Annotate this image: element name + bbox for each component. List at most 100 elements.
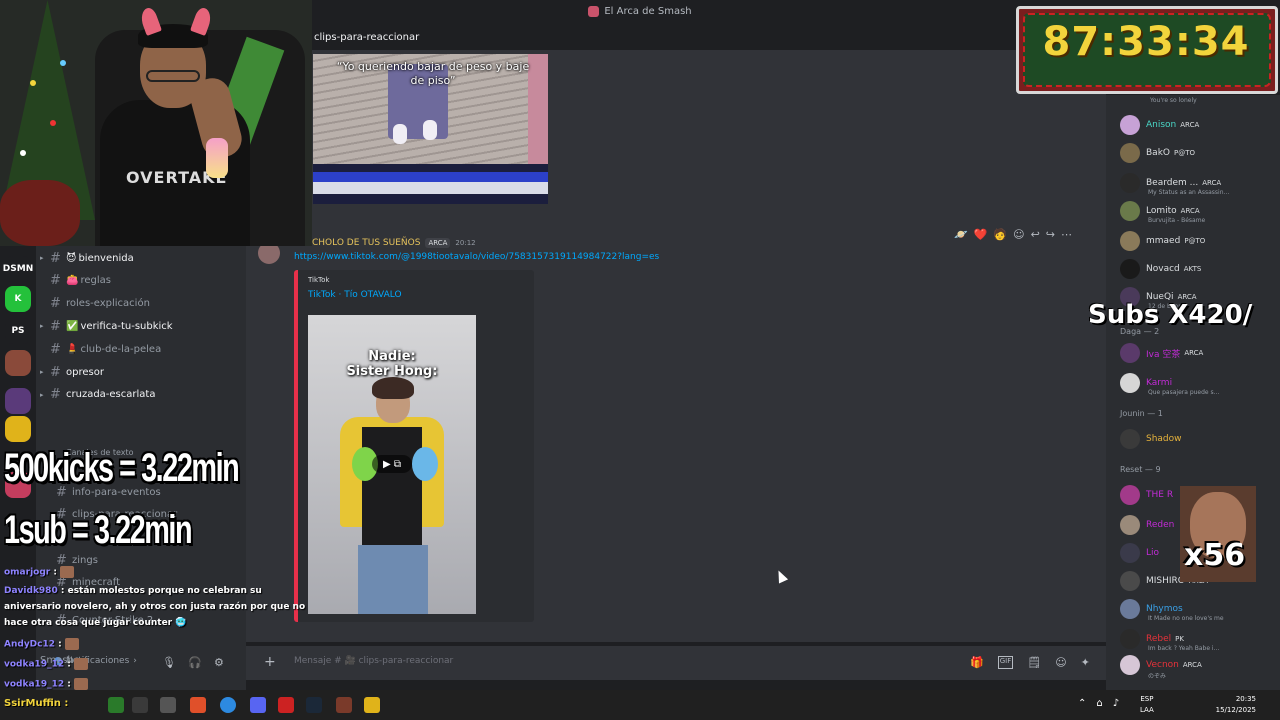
server-icon[interactable] <box>5 416 31 442</box>
member-item[interactable]: Lomito ARCA Burvujita - Bésame <box>1120 199 1205 224</box>
add-reaction-icon[interactable]: ☺ <box>1013 228 1024 241</box>
language-indicator[interactable]: ESP LAA <box>1140 694 1154 716</box>
member-item[interactable]: Shadow <box>1120 427 1182 451</box>
clock[interactable]: 20:35 15/12/2025 <box>1200 694 1256 716</box>
server-icon[interactable] <box>5 350 31 376</box>
taskbar-app-icon[interactable] <box>278 697 294 713</box>
embed-balloon <box>412 447 438 481</box>
tree-light <box>30 80 36 86</box>
sub-rate: 1sub = 3.22min <box>4 508 193 552</box>
avatar <box>1120 373 1140 393</box>
embed-video[interactable]: Nadie: Sister Hong: ▶ ⧉ <box>308 315 476 614</box>
member-item[interactable]: THE R <box>1120 483 1173 507</box>
channel-name: reglas <box>80 275 111 287</box>
channel-emoji: ✅ <box>66 320 79 332</box>
member-item[interactable]: Beardem ... ARCA My Status as an Assassin.… <box>1120 171 1229 196</box>
member-tag: AKTS <box>1183 265 1202 273</box>
channel-item[interactable]: ▸ # 😈 bienvenida <box>40 248 134 268</box>
channel-emoji: 💄 <box>66 343 79 355</box>
reply-icon[interactable]: ↩ <box>1031 228 1040 241</box>
avatar <box>1120 655 1140 675</box>
member-name: Karmi <box>1146 378 1173 388</box>
member-item[interactable]: Reden <box>1120 513 1174 537</box>
message-link[interactable]: https://www.tiktok.com/@1998tiootavalo/v… <box>294 252 659 262</box>
taskbar-app-icon[interactable] <box>108 697 124 713</box>
gif-icon[interactable]: GIF <box>997 656 1014 669</box>
message-list[interactable]: “Yo queriendo bajar de peso y baje de pi… <box>246 50 1106 642</box>
hash-icon: # <box>50 341 61 357</box>
emoji-icon[interactable]: ☺ <box>1055 656 1066 669</box>
server-icon[interactable]: PS <box>5 318 31 344</box>
member-status: のぞみ <box>1148 673 1167 680</box>
chat-colon: : <box>50 567 61 578</box>
member-item[interactable]: Rebel PK Im back ? Yeah Babe i... <box>1120 627 1219 652</box>
message-input[interactable]: Mensaje # 🎥 clips-para-reaccionar <box>294 656 453 666</box>
brave-icon[interactable] <box>190 697 206 713</box>
discord-icon[interactable] <box>250 697 266 713</box>
member-item[interactable]: Vecnon ARCA のぞみ <box>1120 653 1202 680</box>
chrome-icon[interactable] <box>220 697 236 713</box>
webcam-overlay: OVERTAKE <box>0 0 312 246</box>
member-item[interactable]: BakO P@TO <box>1120 141 1195 165</box>
member-item[interactable]: Anison ARCA <box>1120 113 1199 137</box>
chat-line: omarjogr : <box>4 566 75 578</box>
kicks-rate: 500kicks = 3.22min <box>4 446 240 490</box>
server-icon[interactable]: DSMN <box>3 256 33 282</box>
play-icon[interactable]: ▶ ⧉ <box>372 455 412 473</box>
channel-item[interactable]: ▸ # cruzada-escarlata <box>40 385 155 405</box>
member-status: My Status as an Assassin... <box>1148 189 1230 196</box>
channel-item[interactable]: ▸ # opresor <box>40 362 104 382</box>
avatar <box>1120 543 1140 563</box>
member-name: mmaed <box>1146 236 1181 246</box>
chat-emote <box>73 678 88 690</box>
message-author[interactable]: CHOLO DE TUS SUEÑOS <box>312 238 420 248</box>
member-item[interactable]: Iva 空茶 ARCA <box>1120 341 1203 365</box>
member-item[interactable]: Nhymos It Made no one love's me <box>1120 597 1224 622</box>
channel-item[interactable]: # 👛 reglas <box>40 271 111 291</box>
member-item[interactable]: Novacd AKTS <box>1120 257 1201 281</box>
video-attachment[interactable]: “Yo queriendo bajar de peso y baje de pi… <box>313 54 548 204</box>
embed-title[interactable]: TikTok · Tío OTAVALO <box>308 290 402 300</box>
hash-icon: # <box>50 387 61 403</box>
chat-line: vodka19_12 : <box>4 658 88 670</box>
avatar <box>1120 429 1140 449</box>
forward-icon[interactable]: ↪ <box>1046 228 1055 241</box>
taskbar-app-icon[interactable] <box>160 697 176 713</box>
embed-provider: TikTok <box>308 276 330 284</box>
channel-item[interactable]: # roles-explicación <box>40 294 150 314</box>
taskbar-app-icon[interactable] <box>336 697 352 713</box>
chat-username: vodka19_12 <box>4 659 65 670</box>
chevron-up-icon[interactable]: ⌃ <box>1078 698 1086 709</box>
member-item[interactable]: Lio <box>1120 541 1159 565</box>
more-icon[interactable]: ⋯ <box>1061 228 1072 241</box>
server-icon[interactable]: K <box>5 286 31 312</box>
member-item[interactable]: mmaed P@TO <box>1120 229 1205 253</box>
reaction-emoji[interactable]: 🪐 <box>954 228 968 241</box>
avatar <box>1120 485 1140 505</box>
taskbar-app-icon[interactable] <box>132 697 148 713</box>
stream-chat-overlay: omarjogr : Davidk980 : están molestos po… <box>0 566 305 700</box>
embed-caption: Nadie: Sister Hong: <box>308 349 476 379</box>
chevron-right-icon: ▸ <box>40 322 44 331</box>
server-icon[interactable] <box>5 388 31 414</box>
member-item[interactable]: Karmi Que pasajera puede s... <box>1120 371 1219 396</box>
embed-caption-line: Sister Hong: <box>346 364 438 379</box>
hash-icon: # <box>50 273 61 289</box>
mic-icon[interactable]: ♪ <box>1113 698 1119 709</box>
sticker-icon[interactable]: 🗒 <box>1027 656 1041 669</box>
taskbar-app-icon[interactable] <box>364 697 380 713</box>
avatar <box>1120 231 1140 251</box>
apps-icon[interactable]: ✦ <box>1081 656 1090 669</box>
reaction-emoji[interactable]: 🧑 <box>993 228 1007 241</box>
heart-icon[interactable]: ❤️ <box>974 228 988 241</box>
gift-icon[interactable]: 🎁 <box>970 656 984 669</box>
chat-line: vodka19_12 : <box>4 678 88 690</box>
steam-icon[interactable] <box>306 697 322 713</box>
channel-item[interactable]: ▸ # ✅ verifica-tu-subkick <box>40 316 173 336</box>
group-count: 1 <box>1157 409 1163 418</box>
chat-colon: : <box>64 659 74 670</box>
channel-item[interactable]: # 💄 club-de-la-pelea <box>40 339 161 359</box>
network-icon[interactable]: ⌂ <box>1096 698 1102 709</box>
member-name: Novacd <box>1146 264 1180 274</box>
channel-name: roles-explicación <box>66 298 150 310</box>
